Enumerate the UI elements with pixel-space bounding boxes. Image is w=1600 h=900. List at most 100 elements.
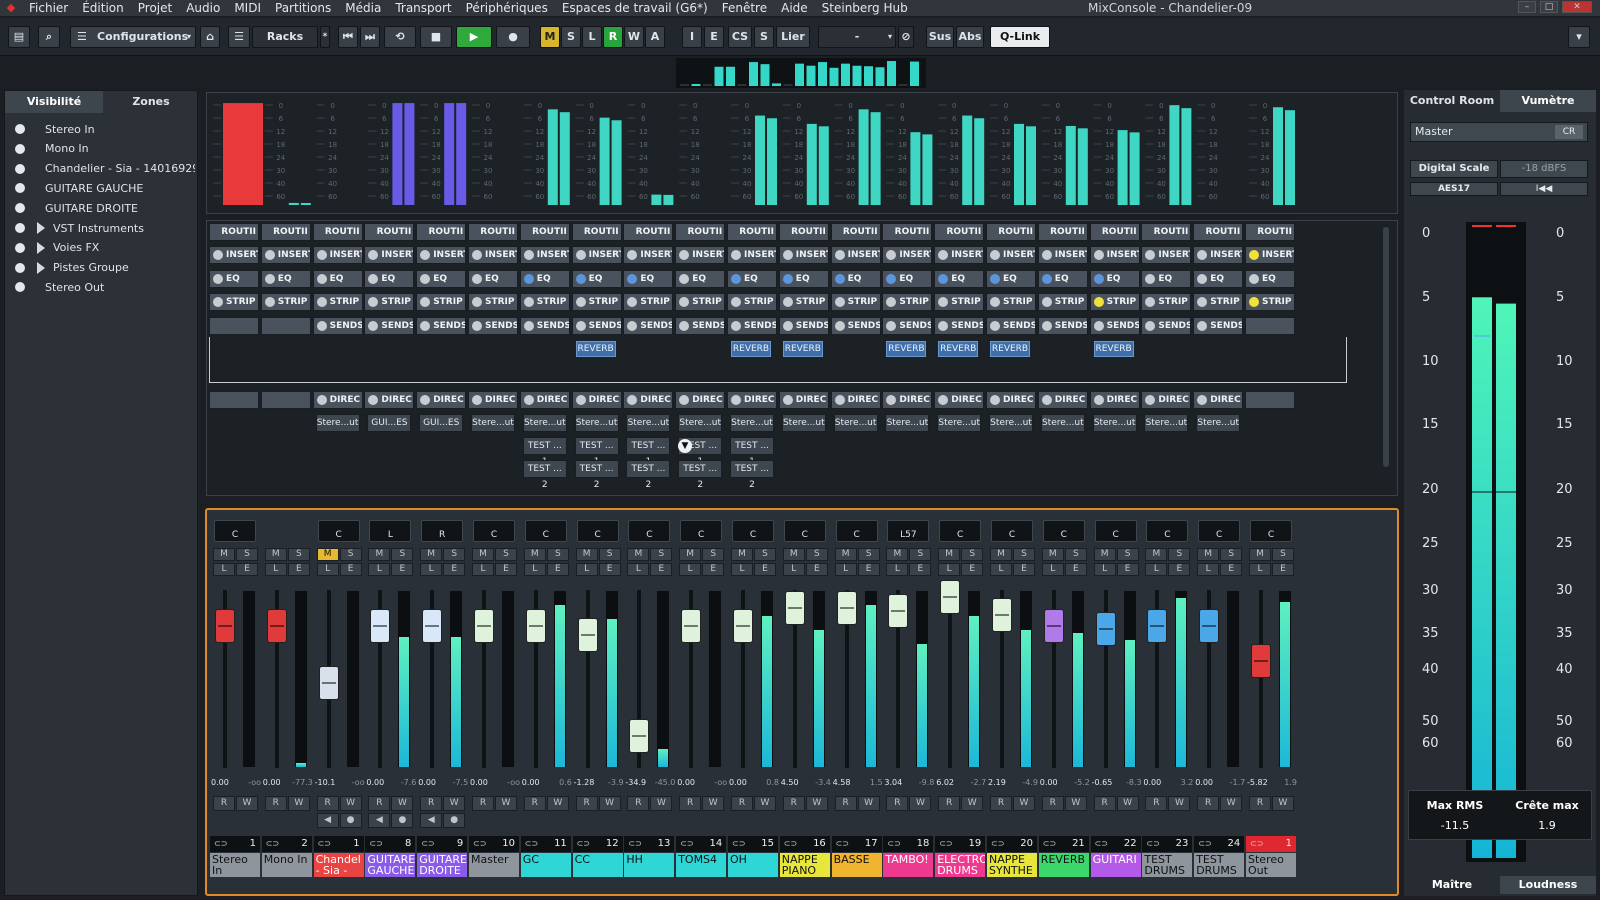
strip-rack[interactable]: STRIP <box>1193 293 1244 311</box>
eq-bypass-icon[interactable] <box>368 273 379 284</box>
inserts-bypass-icon[interactable] <box>731 249 741 260</box>
inserts-bypass-icon[interactable] <box>938 249 949 260</box>
visibility-toggle-icon[interactable] <box>15 124 25 134</box>
output-routing-slot[interactable]: Stere...ut <box>574 414 619 432</box>
pan-control[interactable]: C <box>1198 520 1241 542</box>
m-button[interactable]: M <box>420 548 443 561</box>
routing-rack[interactable]: ROUTII <box>882 223 933 241</box>
e-button[interactable]: E <box>546 563 569 576</box>
channel-name[interactable]: GUITARE DROITE <box>417 853 468 877</box>
eq-bypass-icon[interactable] <box>420 273 431 284</box>
inserts-rack[interactable]: INSERT <box>416 246 467 264</box>
channel-name[interactable]: NAPPE SYNTHE <box>987 853 1037 877</box>
tab-visibility[interactable]: Visibilité <box>5 91 103 113</box>
read-automation-button[interactable]: R <box>627 796 650 811</box>
link-icon[interactable]: ⊂⊃ <box>318 836 331 852</box>
sends-bypass-icon[interactable] <box>990 320 1000 331</box>
eq-bypass-icon[interactable] <box>938 273 949 284</box>
s-button[interactable]: S <box>339 548 362 561</box>
link-icon[interactable]: ⊂⊃ <box>214 836 227 852</box>
monitor-icon[interactable]: ◀ <box>316 813 339 828</box>
channel-name[interactable]: TEST DRUMS <box>1142 853 1193 877</box>
visibility-toggle-icon[interactable] <box>15 282 25 293</box>
menu-item[interactable]: Fichier <box>22 0 75 16</box>
direct-routing-rack[interactable]: DIREC <box>623 391 674 409</box>
s-button[interactable]: S <box>546 548 569 561</box>
channel-name[interactable]: ELECTRO DRUMS <box>935 853 986 877</box>
visibility-item[interactable]: Pistes Groupe <box>15 258 195 278</box>
strip-rack[interactable]: STRIP <box>364 293 415 311</box>
expand-triangle-icon[interactable] <box>37 241 45 254</box>
menu-item[interactable]: Audio <box>179 0 227 16</box>
volume-value[interactable]: 0.00 <box>522 778 540 790</box>
peak-value[interactable]: -77.3 <box>292 778 313 790</box>
peak-value[interactable]: -3.9 <box>608 778 624 790</box>
l-button[interactable]: L <box>990 563 1012 576</box>
eq-bypass-icon[interactable] <box>731 273 741 284</box>
inserts-bypass-icon[interactable] <box>472 249 482 260</box>
link-icon[interactable]: ⊂⊃ <box>369 836 382 852</box>
strip-bypass-icon[interactable] <box>316 296 327 307</box>
output-routing-slot[interactable]: Stere...ut <box>1196 414 1241 432</box>
m-button[interactable]: M <box>1041 548 1064 561</box>
global-cs-button[interactable]: CS <box>728 26 752 48</box>
m-button[interactable]: M <box>1145 548 1168 561</box>
menu-item[interactable]: Fenêtre <box>715 0 774 16</box>
volume-fader[interactable] <box>681 608 702 643</box>
sends-bypass-icon[interactable] <box>1145 320 1156 331</box>
pan-control[interactable]: R <box>421 520 464 542</box>
read-automation-button[interactable]: R <box>213 796 235 811</box>
direct-bypass-icon[interactable] <box>368 394 379 405</box>
e-button[interactable]: E <box>1168 563 1191 576</box>
link-icon[interactable]: ⊂⊃ <box>1198 836 1211 852</box>
inserts-bypass-icon[interactable] <box>368 249 379 260</box>
record-enable-icon[interactable]: ● <box>391 813 414 828</box>
m-button[interactable]: M <box>1093 548 1116 561</box>
menu-item[interactable]: Média <box>338 0 388 16</box>
eq-bypass-icon[interactable] <box>1093 273 1104 284</box>
reset-meter-icon[interactable]: I◀◀ <box>1500 182 1588 196</box>
eq-rack[interactable]: EQ <box>364 270 415 288</box>
routing-rack[interactable]: ROUTII <box>416 223 467 241</box>
inserts-bypass-icon[interactable] <box>575 249 586 260</box>
strip-rack[interactable]: STRIP <box>312 293 363 311</box>
volume-fader[interactable] <box>784 590 805 625</box>
s-button[interactable]: S <box>495 548 517 561</box>
peak-value[interactable]: -oo <box>507 778 520 790</box>
peak-value[interactable]: -1.7 <box>1230 778 1246 790</box>
peak-value[interactable]: -5.2 <box>1074 778 1090 790</box>
channel-name[interactable]: REVERB <box>1038 853 1089 877</box>
volume-value[interactable]: 2.19 <box>988 778 1006 790</box>
strip-rack[interactable]: STRIP <box>260 293 311 311</box>
sends-rack[interactable]: SENDS <box>312 317 363 335</box>
output-routing-slot[interactable]: Stere...ut <box>471 414 515 432</box>
racks-dropdown[interactable]: Racks <box>252 26 318 48</box>
visibility-toggle-icon[interactable] <box>15 183 25 194</box>
l-button[interactable]: L <box>731 563 753 576</box>
eq-rack[interactable]: EQ <box>727 270 777 288</box>
pan-control[interactable]: C <box>783 520 826 542</box>
volume-fader[interactable] <box>992 597 1012 632</box>
pan-control[interactable]: C <box>473 520 515 542</box>
volume-value[interactable]: 0.00 <box>1040 778 1058 790</box>
sends-rack[interactable]: SENDS <box>623 317 674 335</box>
l-button[interactable]: L <box>420 563 443 576</box>
visibility-item[interactable]: Chandelier - Sia - 14016929 <box>15 159 195 179</box>
write-automation-button[interactable]: W <box>598 796 621 811</box>
sends-rack[interactable]: SENDS <box>1089 317 1140 335</box>
strip-bypass-icon[interactable] <box>627 296 638 307</box>
strip-rack[interactable]: STRIP <box>778 293 829 311</box>
eq-bypass-icon[interactable] <box>834 273 845 284</box>
link-icon[interactable]: ⊂⊃ <box>887 836 900 852</box>
write-automation-button[interactable]: W <box>702 796 725 811</box>
s-button[interactable]: S <box>1168 548 1191 561</box>
sends-rack[interactable]: SENDS <box>1037 317 1088 335</box>
menu-item[interactable]: Édition <box>75 0 131 16</box>
volume-fader[interactable] <box>888 594 909 629</box>
direct-routing-rack[interactable]: DIREC <box>830 391 881 409</box>
l-button[interactable]: L <box>886 563 909 576</box>
strip-bypass-icon[interactable] <box>1145 296 1156 307</box>
visibility-toggle-icon[interactable] <box>15 242 25 253</box>
eq-rack[interactable]: EQ <box>1193 270 1244 288</box>
write-automation-button[interactable]: W <box>1272 796 1294 811</box>
